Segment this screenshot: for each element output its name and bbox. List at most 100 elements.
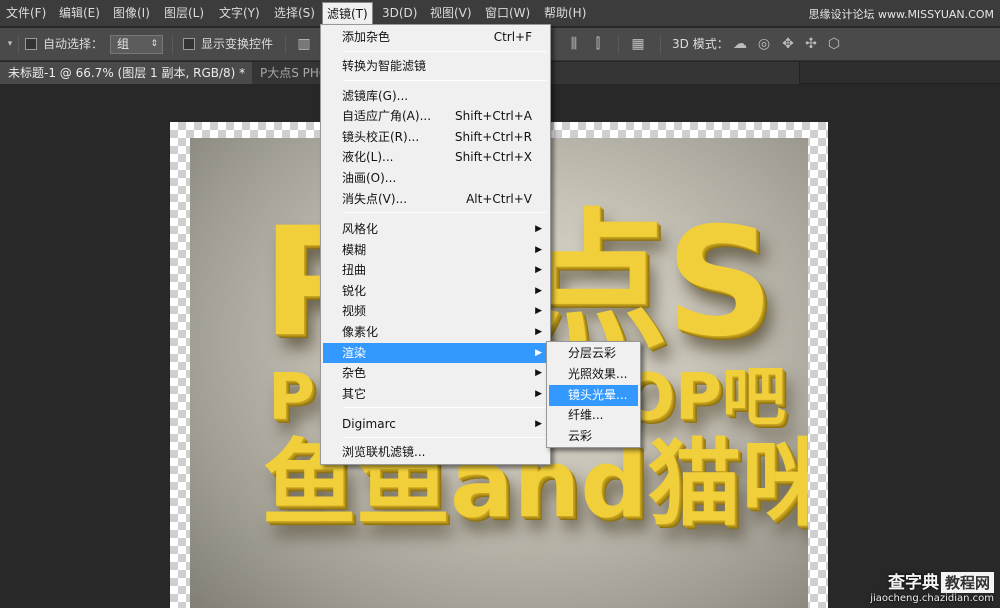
- filter-menu: 添加杂色 Ctrl+F 转换为智能滤镜 滤镜库(G)... 自适应广角(A)...…: [320, 24, 551, 465]
- menu-item-filter-gallery[interactable]: 滤镜库(G)...: [323, 86, 548, 106]
- submenu-arrow-icon: ▶: [535, 286, 542, 296]
- align-top-icon[interactable]: ▥: [296, 36, 312, 52]
- menu-item-render[interactable]: 渲染 ▶: [323, 343, 548, 363]
- menu-item-label: 消失点(V)...: [342, 192, 408, 206]
- auto-select-option[interactable]: 自动选择：: [25, 28, 103, 61]
- auto-align-icon[interactable]: ▦: [630, 36, 646, 52]
- menu-item-label: 镜头校正(R)...: [342, 130, 420, 144]
- menu-item-label: 其它: [342, 387, 367, 401]
- menu-item-label: 添加杂色: [342, 30, 391, 44]
- submenu-item-difference-clouds[interactable]: 分层云彩: [549, 343, 638, 364]
- menu-item-lens-correction[interactable]: 镜头校正(R)... Shift+Ctrl+R: [323, 127, 548, 147]
- submenu-arrow-icon: ▶: [535, 224, 542, 234]
- menu-item-label: 像素化: [342, 325, 379, 339]
- submenu-arrow-icon: ▶: [535, 306, 542, 316]
- menu-help[interactable]: 帮助(H): [540, 0, 590, 27]
- menu-item-label: 锐化: [342, 284, 367, 298]
- menu-item-distort[interactable]: 扭曲 ▶: [323, 260, 548, 280]
- auto-select-label: 自动选择：: [43, 37, 104, 51]
- menu-item-label: 模糊: [342, 243, 367, 257]
- watermark-url: jiaocheng.chazidian.com: [870, 593, 994, 604]
- menu-type[interactable]: 文字(Y): [215, 0, 264, 27]
- submenu-arrow-icon: ▶: [535, 368, 542, 378]
- 3d-drag-icon[interactable]: ✥: [780, 36, 796, 52]
- watermark-box: 教程网: [940, 572, 994, 593]
- menu-layer[interactable]: 图层(L): [160, 0, 208, 27]
- 3d-slide-icon[interactable]: ✣: [803, 36, 819, 52]
- watermark-brand: 查字典: [887, 573, 939, 593]
- site-watermark: 思缘设计论坛 www.MISSYUAN.COM: [808, 8, 994, 21]
- menu-bar: 文件(F) 编辑(E) 图像(I) 图层(L) 文字(Y) 选择(S) 滤镜(T…: [0, 0, 1000, 27]
- divider: [285, 36, 286, 54]
- menu-item-oil-paint[interactable]: 油画(O)...: [323, 168, 548, 188]
- divider: [618, 36, 619, 54]
- tool-preset-arrow-icon[interactable]: ▾: [2, 36, 18, 52]
- menu-item-other[interactable]: 其它 ▶: [323, 384, 548, 404]
- menu-item-label: 转换为智能滤镜: [342, 59, 427, 73]
- 3d-scale-icon[interactable]: ⬡: [826, 36, 842, 52]
- corner-watermark: 查字典 教程网 jiaocheng.chazidian.com: [870, 568, 994, 604]
- menu-item-label: 扭曲: [342, 263, 367, 277]
- menu-item-label: 视频: [342, 304, 367, 318]
- menu-select[interactable]: 选择(S): [270, 0, 319, 27]
- submenu-item-clouds[interactable]: 云彩: [549, 426, 638, 447]
- tab-untitled-1[interactable]: 未标题-1 @ 66.7% (图层 1 副本, RGB/8) *×: [0, 62, 271, 84]
- show-transform-option[interactable]: 显示变换控件: [183, 28, 273, 61]
- menu-item-label: 杂色: [342, 366, 367, 380]
- menu-item-convert-smart-filter[interactable]: 转换为智能滤镜: [323, 56, 548, 76]
- 3d-roll-icon[interactable]: ◎: [756, 36, 772, 52]
- auto-select-value: 组: [117, 37, 130, 51]
- menu-divider: [343, 407, 547, 408]
- submenu-arrow-icon: ▶: [535, 265, 542, 275]
- shortcut: Shift+Ctrl+R: [454, 130, 532, 144]
- submenu-item-lighting-effects[interactable]: 光照效果...: [549, 364, 638, 385]
- render-submenu: 分层云彩 光照效果... 镜头光晕... 纤维... 云彩: [546, 341, 641, 448]
- menu-item-label: 浏览联机滤镜...: [342, 445, 426, 459]
- distribute-center-icon[interactable]: ⫿: [590, 36, 606, 52]
- menu-window[interactable]: 窗口(W): [481, 0, 534, 27]
- menu-image[interactable]: 图像(I): [109, 0, 154, 27]
- menu-item-label: 液化(L)...: [342, 150, 394, 164]
- show-transform-label: 显示变换控件: [201, 37, 274, 51]
- menu-item-video[interactable]: 视频 ▶: [323, 301, 548, 321]
- auto-select-checkbox[interactable]: [25, 38, 37, 50]
- submenu-arrow-icon: ▶: [535, 389, 542, 399]
- menu-3d[interactable]: 3D(D): [378, 0, 421, 27]
- show-transform-checkbox[interactable]: [183, 38, 195, 50]
- menu-item-vanishing-point[interactable]: 消失点(V)... Alt+Ctrl+V: [323, 189, 548, 209]
- submenu-item-fibers[interactable]: 纤维...: [549, 405, 638, 426]
- menu-divider: [343, 51, 547, 52]
- menu-item-adaptive-wide-angle[interactable]: 自适应广角(A)... Shift+Ctrl+A: [323, 106, 548, 126]
- menu-item-browse-online-filters[interactable]: 浏览联机滤镜...: [323, 442, 548, 462]
- submenu-arrow-icon: ▶: [535, 419, 542, 429]
- menu-item-digimarc[interactable]: Digimarc ▶: [323, 414, 548, 434]
- menu-item-stylize[interactable]: 风格化 ▶: [323, 219, 548, 239]
- tab-label: 未标题-1 @ 66.7% (图层 1 副本, RGB/8) *: [8, 66, 246, 80]
- menu-divider: [343, 212, 547, 213]
- 3d-rotate-icon[interactable]: ☁: [732, 36, 748, 52]
- menu-item-label: 渲染: [342, 346, 367, 360]
- menu-item-label: 油画(O)...: [342, 171, 397, 185]
- menu-divider: [343, 80, 547, 81]
- menu-item-pixelate[interactable]: 像素化 ▶: [323, 322, 548, 342]
- 3d-mode-label: 3D 模式：: [672, 37, 729, 51]
- divider: [18, 36, 19, 54]
- menu-file[interactable]: 文件(F): [2, 0, 50, 27]
- submenu-arrow-icon: ▶: [535, 327, 542, 337]
- submenu-item-lens-flare[interactable]: 镜头光晕...: [549, 385, 638, 406]
- shortcut: Shift+Ctrl+X: [455, 150, 532, 164]
- distribute-horizontal-icon[interactable]: ⫼: [566, 36, 582, 52]
- auto-select-dropdown[interactable]: 组 ⇕: [110, 35, 163, 54]
- menu-item-add-noise[interactable]: 添加杂色 Ctrl+F: [323, 27, 548, 47]
- menu-edit[interactable]: 编辑(E): [55, 0, 104, 27]
- menu-item-sharpen[interactable]: 锐化 ▶: [323, 281, 548, 301]
- menu-item-noise[interactable]: 杂色 ▶: [323, 363, 548, 383]
- menu-item-blur[interactable]: 模糊 ▶: [323, 240, 548, 260]
- menu-view[interactable]: 视图(V): [426, 0, 476, 27]
- dropdown-arrow-icon: ⇕: [150, 39, 158, 49]
- menu-item-label: 自适应广角(A)...: [342, 109, 432, 123]
- menu-item-label: 滤镜库(G)...: [342, 89, 409, 103]
- menu-divider: [343, 437, 547, 438]
- menu-item-label: 风格化: [342, 222, 379, 236]
- menu-item-liquify[interactable]: 液化(L)... Shift+Ctrl+X: [323, 147, 548, 167]
